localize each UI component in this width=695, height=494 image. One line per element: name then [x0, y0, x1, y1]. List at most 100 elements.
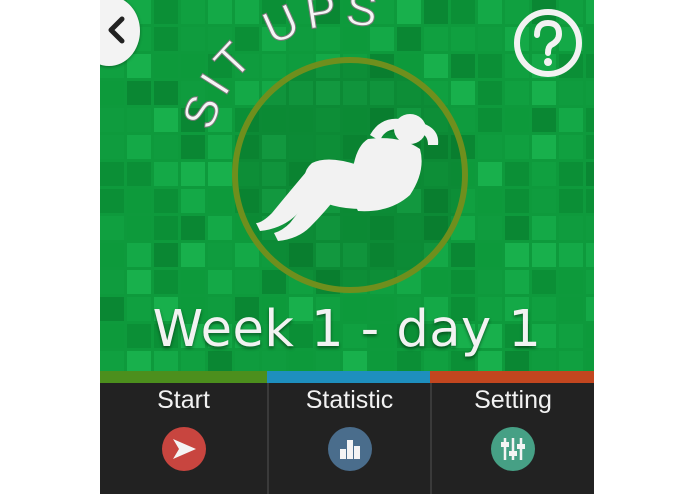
mosaic-tile — [559, 135, 583, 159]
mosaic-tile — [100, 243, 124, 267]
statistic-accent — [267, 371, 430, 383]
mosaic-tile — [478, 0, 502, 24]
mosaic-tile — [289, 0, 313, 24]
mosaic-tile — [478, 189, 502, 213]
nav-start-button[interactable]: Start — [100, 383, 267, 494]
mosaic-tile — [505, 135, 529, 159]
mosaic-tile — [370, 0, 394, 24]
mosaic-tile — [478, 27, 502, 51]
hero-panel: SIT UPS Week 1 - day 1 — [100, 0, 594, 371]
mosaic-tile — [505, 162, 529, 186]
mosaic-tile — [181, 108, 205, 132]
mosaic-tile — [559, 270, 583, 294]
mosaic-tile — [127, 243, 151, 267]
mosaic-tile — [100, 189, 124, 213]
mosaic-tile — [532, 81, 556, 105]
setting-accent — [430, 371, 594, 383]
situp-figure-icon — [256, 114, 439, 241]
mosaic-tile — [478, 216, 502, 240]
mosaic-tile — [262, 54, 286, 78]
mosaic-tile — [127, 189, 151, 213]
mosaic-tile — [100, 81, 124, 105]
mosaic-tile — [181, 162, 205, 186]
mosaic-tile — [559, 243, 583, 267]
mosaic-tile — [208, 162, 232, 186]
mosaic-tile — [559, 81, 583, 105]
mosaic-tile — [586, 54, 594, 78]
mosaic-tile — [478, 243, 502, 267]
mosaic-tile — [235, 54, 259, 78]
mosaic-tile — [181, 189, 205, 213]
play-arrow-icon — [161, 427, 206, 471]
mosaic-tile — [532, 108, 556, 132]
mosaic-tile — [505, 189, 529, 213]
mosaic-tile — [154, 189, 178, 213]
mosaic-tile — [532, 189, 556, 213]
mosaic-tile — [586, 81, 594, 105]
mosaic-tile — [208, 216, 232, 240]
mosaic-tile — [586, 0, 594, 24]
mosaic-tile — [181, 27, 205, 51]
mosaic-tile — [397, 0, 421, 24]
mosaic-tile — [100, 270, 124, 294]
mosaic-tile — [424, 0, 448, 24]
mosaic-tile — [586, 189, 594, 213]
mosaic-tile — [235, 81, 259, 105]
mosaic-tile — [505, 216, 529, 240]
mosaic-tile — [154, 108, 178, 132]
mosaic-tile — [235, 27, 259, 51]
nav-accent-strip — [100, 371, 594, 383]
mosaic-tile — [478, 162, 502, 186]
mosaic-tile — [532, 162, 556, 186]
mosaic-tile — [424, 27, 448, 51]
mosaic-tile — [154, 162, 178, 186]
mosaic-tile — [262, 0, 286, 24]
mosaic-tile — [154, 81, 178, 105]
mosaic-tile — [532, 270, 556, 294]
mosaic-tile — [559, 162, 583, 186]
mosaic-tile — [289, 27, 313, 51]
mosaic-tile — [451, 81, 475, 105]
mosaic-tile — [208, 243, 232, 267]
mosaic-tile — [181, 54, 205, 78]
mosaic-tile — [127, 81, 151, 105]
mosaic-tile — [343, 0, 367, 24]
mosaic-tile — [181, 0, 205, 24]
bottom-nav: Start Statistic Setting — [100, 383, 594, 494]
mosaic-tile — [559, 216, 583, 240]
mosaic-tile — [154, 270, 178, 294]
mosaic-tile — [100, 216, 124, 240]
mosaic-tile — [505, 243, 529, 267]
nav-statistic-label: Statistic — [305, 386, 394, 414]
mosaic-tile — [181, 270, 205, 294]
mosaic-tile — [100, 162, 124, 186]
mosaic-tile — [235, 0, 259, 24]
nav-setting-button[interactable]: Setting — [432, 383, 594, 494]
help-button[interactable] — [513, 8, 583, 78]
mosaic-tile — [181, 243, 205, 267]
mosaic-tile — [127, 108, 151, 132]
chevron-left-icon — [108, 16, 125, 44]
mosaic-tile — [100, 135, 124, 159]
mosaic-tile — [424, 270, 448, 294]
mosaic-tile — [208, 81, 232, 105]
mosaic-tile — [505, 270, 529, 294]
mosaic-tile — [478, 270, 502, 294]
mosaic-tile — [208, 27, 232, 51]
mosaic-tile — [478, 108, 502, 132]
mosaic-tile — [586, 108, 594, 132]
mosaic-tile — [262, 270, 286, 294]
mosaic-tile — [127, 162, 151, 186]
mosaic-tile — [451, 243, 475, 267]
mosaic-tile — [397, 27, 421, 51]
mosaic-tile — [316, 27, 340, 51]
mosaic-tile — [478, 81, 502, 105]
nav-statistic-button[interactable]: Statistic — [269, 383, 430, 494]
nav-setting-label: Setting — [474, 386, 552, 414]
mosaic-tile — [154, 27, 178, 51]
mosaic-tile — [100, 108, 124, 132]
mosaic-tile — [586, 243, 594, 267]
mosaic-tile — [370, 27, 394, 51]
mosaic-tile — [208, 189, 232, 213]
mosaic-tile — [154, 0, 178, 24]
